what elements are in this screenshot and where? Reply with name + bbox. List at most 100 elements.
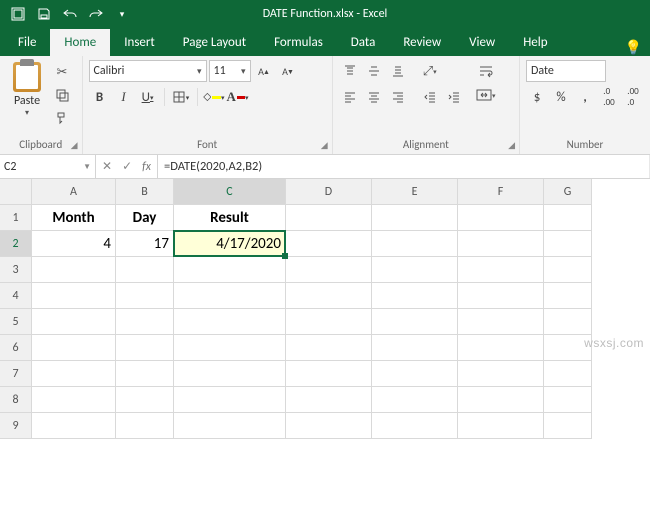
align-top-icon[interactable]: [339, 60, 361, 82]
enter-formula-icon[interactable]: ✓: [122, 159, 132, 174]
copy-icon[interactable]: [52, 85, 72, 105]
number-format-combo[interactable]: Date: [526, 60, 606, 82]
merge-center-icon[interactable]: ▾: [475, 84, 497, 106]
cell-e6[interactable]: [372, 335, 458, 361]
cell-e5[interactable]: [372, 309, 458, 335]
cell-a1[interactable]: Month: [32, 205, 116, 231]
excel-app-icon[interactable]: [6, 3, 30, 25]
row-header-4[interactable]: 4: [0, 283, 32, 309]
cell-a2[interactable]: 4: [32, 231, 116, 257]
italic-button[interactable]: I: [113, 86, 135, 108]
align-bottom-icon[interactable]: [387, 60, 409, 82]
underline-button[interactable]: U▾: [137, 86, 159, 108]
cell-d9[interactable]: [286, 413, 372, 439]
cell-d5[interactable]: [286, 309, 372, 335]
row-header-7[interactable]: 7: [0, 361, 32, 387]
cell-c7[interactable]: [174, 361, 286, 387]
col-header-e[interactable]: E: [372, 179, 458, 205]
orientation-icon[interactable]: ⤢▾: [419, 60, 441, 82]
cell-d3[interactable]: [286, 257, 372, 283]
tab-file[interactable]: File: [4, 29, 50, 56]
increase-decimal-icon[interactable]: .0.00: [598, 86, 620, 108]
cell-e8[interactable]: [372, 387, 458, 413]
cell-b2[interactable]: 17: [116, 231, 174, 257]
cell-c4[interactable]: [174, 283, 286, 309]
cell-g9[interactable]: [544, 413, 592, 439]
cell-a4[interactable]: [32, 283, 116, 309]
currency-icon[interactable]: $: [526, 86, 548, 108]
row-header-8[interactable]: 8: [0, 387, 32, 413]
cell-c3[interactable]: [174, 257, 286, 283]
decrease-decimal-icon[interactable]: .00.0: [622, 86, 644, 108]
row-header-9[interactable]: 9: [0, 413, 32, 439]
cell-g8[interactable]: [544, 387, 592, 413]
cell-g4[interactable]: [544, 283, 592, 309]
alignment-launcher-icon[interactable]: ◢: [508, 140, 515, 151]
cell-e1[interactable]: [372, 205, 458, 231]
cell-a7[interactable]: [32, 361, 116, 387]
cell-e3[interactable]: [372, 257, 458, 283]
redo-icon[interactable]: [84, 3, 108, 25]
increase-font-icon[interactable]: A▲: [253, 60, 275, 82]
cell-d8[interactable]: [286, 387, 372, 413]
cell-e4[interactable]: [372, 283, 458, 309]
cell-f5[interactable]: [458, 309, 544, 335]
font-name-combo[interactable]: Calibri▾: [89, 60, 207, 82]
cell-f1[interactable]: [458, 205, 544, 231]
cell-e7[interactable]: [372, 361, 458, 387]
cell-c2[interactable]: 4/17/2020: [174, 231, 286, 257]
cell-d6[interactable]: [286, 335, 372, 361]
cell-b3[interactable]: [116, 257, 174, 283]
cell-c5[interactable]: [174, 309, 286, 335]
cell-f8[interactable]: [458, 387, 544, 413]
col-header-f[interactable]: F: [458, 179, 544, 205]
decrease-font-icon[interactable]: A▼: [277, 60, 299, 82]
cell-f7[interactable]: [458, 361, 544, 387]
tab-formulas[interactable]: Formulas: [260, 29, 337, 56]
cell-d2[interactable]: [286, 231, 372, 257]
col-header-b[interactable]: B: [116, 179, 174, 205]
col-header-g[interactable]: G: [544, 179, 592, 205]
tab-review[interactable]: Review: [389, 29, 455, 56]
cell-b7[interactable]: [116, 361, 174, 387]
col-header-c[interactable]: C: [174, 179, 286, 205]
save-icon[interactable]: [32, 3, 56, 25]
cell-b8[interactable]: [116, 387, 174, 413]
tab-insert[interactable]: Insert: [110, 29, 169, 56]
fill-handle[interactable]: [282, 253, 288, 259]
cell-g5[interactable]: [544, 309, 592, 335]
cell-a9[interactable]: [32, 413, 116, 439]
select-all-corner[interactable]: [0, 179, 32, 205]
qat-customize-icon[interactable]: ▾: [110, 3, 134, 25]
worksheet-grid[interactable]: A B C D E F G 1 Month Day Result 2 4 17 …: [0, 179, 650, 439]
cell-d7[interactable]: [286, 361, 372, 387]
align-right-icon[interactable]: [387, 86, 409, 108]
align-left-icon[interactable]: [339, 86, 361, 108]
comma-icon[interactable]: ,: [574, 86, 596, 108]
cell-e9[interactable]: [372, 413, 458, 439]
cell-b4[interactable]: [116, 283, 174, 309]
cell-d1[interactable]: [286, 205, 372, 231]
cell-f6[interactable]: [458, 335, 544, 361]
col-header-a[interactable]: A: [32, 179, 116, 205]
tab-home[interactable]: Home: [50, 29, 110, 56]
cell-e2[interactable]: [372, 231, 458, 257]
increase-indent-icon[interactable]: [443, 86, 465, 108]
cell-d4[interactable]: [286, 283, 372, 309]
cell-g7[interactable]: [544, 361, 592, 387]
cell-f3[interactable]: [458, 257, 544, 283]
cell-a6[interactable]: [32, 335, 116, 361]
cell-b9[interactable]: [116, 413, 174, 439]
paste-button[interactable]: Paste ▾: [6, 60, 48, 118]
cell-c1[interactable]: Result: [174, 205, 286, 231]
fill-color-button[interactable]: ▾: [203, 86, 225, 108]
format-painter-icon[interactable]: [52, 108, 72, 128]
bold-button[interactable]: B: [89, 86, 111, 108]
wrap-text-icon[interactable]: [475, 60, 497, 82]
decrease-indent-icon[interactable]: [419, 86, 441, 108]
cancel-formula-icon[interactable]: ✕: [102, 159, 112, 174]
font-launcher-icon[interactable]: ◢: [321, 140, 328, 151]
formula-bar[interactable]: =DATE(2020,A2,B2): [158, 155, 650, 178]
cell-a3[interactable]: [32, 257, 116, 283]
cell-c8[interactable]: [174, 387, 286, 413]
